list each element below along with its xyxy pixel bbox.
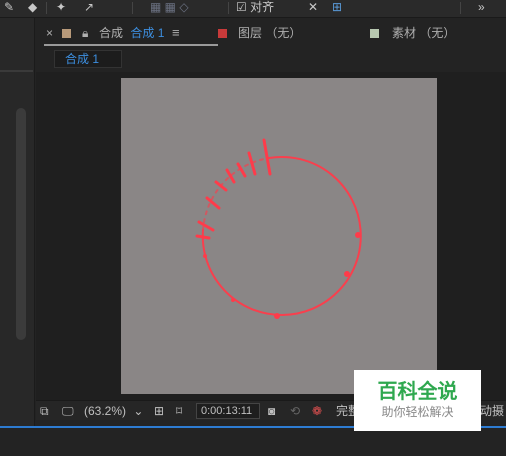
stroke-dot	[231, 298, 235, 302]
eraser-tool-icon[interactable]: ◆	[28, 0, 37, 14]
toolbar: ✎ ◆ ✦ ↗ ▦ ▦ ◇ ☑ 对齐 ✕ ⊞ »	[0, 0, 506, 18]
layer-color-swatch	[218, 29, 227, 38]
zoom-dropdown[interactable]: (63.2%) ⌄	[84, 403, 143, 419]
snap-extend-icon[interactable]: ⊞	[332, 0, 342, 14]
stroke-dot	[344, 271, 350, 277]
watermark-subtitle: 助你轻松解决	[381, 405, 454, 419]
viewer-tabs: × 🔒︎ 合成 合成 1 ≡ 图层 （无） 素材 （无）	[36, 18, 506, 46]
pin-tool-icon[interactable]: ↗	[84, 0, 94, 14]
tab-layer[interactable]: 图层 （无）	[238, 24, 301, 42]
tab-footage[interactable]: 素材 （无）	[392, 24, 455, 42]
tab-composition[interactable]: 合成 合成 1	[99, 24, 164, 42]
grid-tool-icon[interactable]: ▦ ▦ ◇	[150, 0, 189, 14]
stroke-tick	[195, 234, 211, 240]
stroke-tick	[247, 151, 257, 176]
composition-canvas[interactable]	[121, 78, 437, 394]
active-tab-indicator	[44, 44, 218, 46]
color-channels-icon[interactable]: ❁	[312, 403, 322, 419]
timecode-field[interactable]: 0:00:13:11	[196, 403, 260, 419]
circle-stroke-dashed	[202, 157, 270, 231]
camera-view-dropdown[interactable]: 动摄	[480, 403, 504, 419]
always-preview-icon[interactable]: ⧉	[40, 403, 49, 419]
more-panels-icon[interactable]: »	[478, 0, 485, 14]
stroke-tick	[197, 220, 215, 232]
footage-color-swatch	[370, 29, 379, 38]
stroke-dot	[203, 254, 207, 258]
hamburger-menu-icon[interactable]: ≡	[172, 24, 180, 42]
puppet-tool-icon[interactable]: ✦	[56, 0, 66, 14]
stroke-effect-layer	[195, 138, 362, 319]
monitor-icon[interactable]: 🖵︎	[62, 403, 74, 419]
project-scrollbar[interactable]	[16, 108, 26, 340]
chevron-down-icon: ⌄	[133, 404, 144, 418]
pen-tool-icon[interactable]: ✎	[4, 0, 14, 14]
stroke-dot	[274, 313, 280, 319]
watermark-title: 百科全说	[377, 379, 458, 403]
stroke-dot	[355, 232, 361, 238]
comp-name: 合成 1	[130, 26, 165, 40]
comp-prefix: 合成	[99, 26, 124, 40]
region-of-interest-icon[interactable]: ⌑	[176, 403, 182, 419]
stroke-tick	[214, 180, 228, 192]
snap-checkbox[interactable]: ☑ 对齐	[236, 0, 274, 14]
project-panel	[0, 18, 35, 426]
stroke-tick	[225, 168, 236, 184]
zoom-value: (63.2%)	[84, 404, 127, 418]
snapshot-camera-icon[interactable]: ◙	[268, 403, 275, 419]
comp-color-swatch	[62, 29, 71, 38]
lock-icon[interactable]: 🔒︎	[82, 24, 88, 42]
snap-label: 对齐	[250, 0, 275, 14]
show-snapshot-icon[interactable]: ⟲	[290, 403, 300, 419]
watermark-logo: 百科全说 助你轻松解决	[354, 370, 481, 431]
comp-breadcrumb-tab[interactable]: 合成 1	[54, 50, 122, 68]
close-tab-icon[interactable]: ×	[46, 24, 53, 42]
snap-option-icon[interactable]: ✕	[308, 0, 318, 14]
resolution-grid-icon[interactable]: ⊞	[154, 403, 164, 419]
